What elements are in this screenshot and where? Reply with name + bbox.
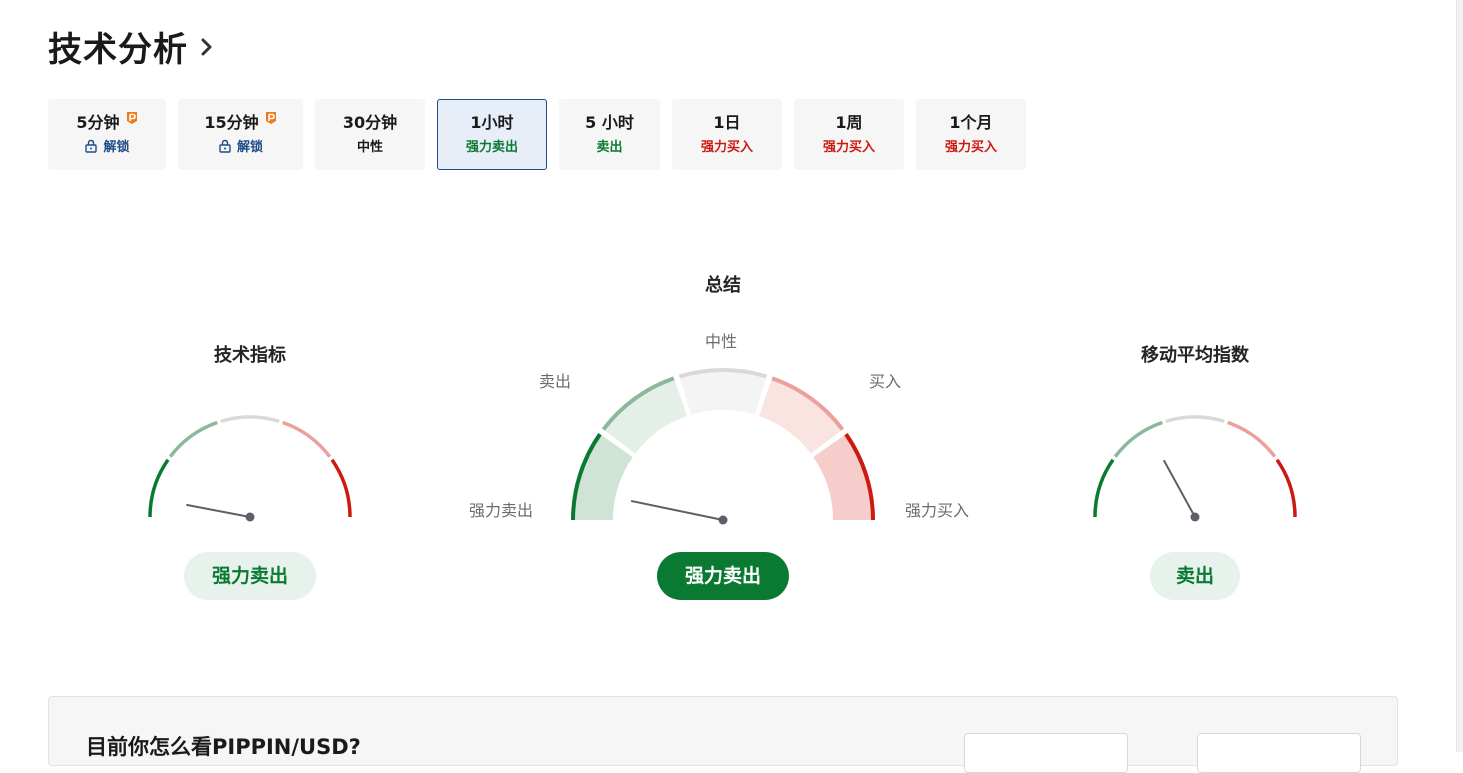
indicators-gauge <box>148 368 1297 525</box>
indicators-arc-buy <box>282 420 332 458</box>
indicators-arc-strong-sell <box>148 458 170 518</box>
sentiment-poll: 目前你怎么看PIPPIN/USD? <box>48 696 1398 773</box>
sentiment-question: 目前你怎么看PIPPIN/USD? <box>86 735 361 759</box>
gauge-label-strong-buy: 强力买入 <box>905 501 970 520</box>
gauge-label-buy: 买入 <box>869 372 902 391</box>
moving-averages-needle <box>1163 459 1196 518</box>
indicators-arc-neutral <box>220 415 280 423</box>
indicators-arc-sell <box>168 420 218 458</box>
moving-averages-arc-neutral <box>1165 415 1225 423</box>
summary-verdict-badge: 强力卖出 <box>657 552 789 600</box>
gauge-label-strong-sell: 强力卖出 <box>469 501 534 520</box>
summary-band-strong-sell <box>573 434 633 520</box>
moving-averages-arc-sell <box>1113 420 1163 458</box>
indicators-needle-hub <box>245 512 255 522</box>
moving-averages-gauge-title: 移动平均指数 <box>1141 345 1249 366</box>
moving-averages-arc-buy <box>1227 420 1277 458</box>
gauge-label-sell: 卖出 <box>539 372 572 391</box>
moving-averages-needle-hub <box>1190 512 1200 522</box>
summary-band-neutral <box>679 370 767 415</box>
summary-needle-hub <box>718 515 728 525</box>
indicators-verdict-badge: 强力卖出 <box>184 552 316 600</box>
summary-band-strong-buy <box>813 434 873 520</box>
moving-averages-arc-strong-buy <box>1275 458 1297 518</box>
indicators-arc-strong-buy <box>330 458 352 518</box>
gauge-label-neutral: 中性 <box>705 332 738 351</box>
moving-averages-arc-strong-sell <box>1093 458 1115 518</box>
vote-bullish-button[interactable] <box>964 733 1128 773</box>
summary-needle <box>630 500 724 521</box>
indicators-needle <box>186 504 251 518</box>
vote-bearish-button[interactable] <box>1197 733 1361 773</box>
summary-gauge-title: 总结 <box>705 275 741 296</box>
moving-averages-verdict-badge: 卖出 <box>1150 552 1240 600</box>
